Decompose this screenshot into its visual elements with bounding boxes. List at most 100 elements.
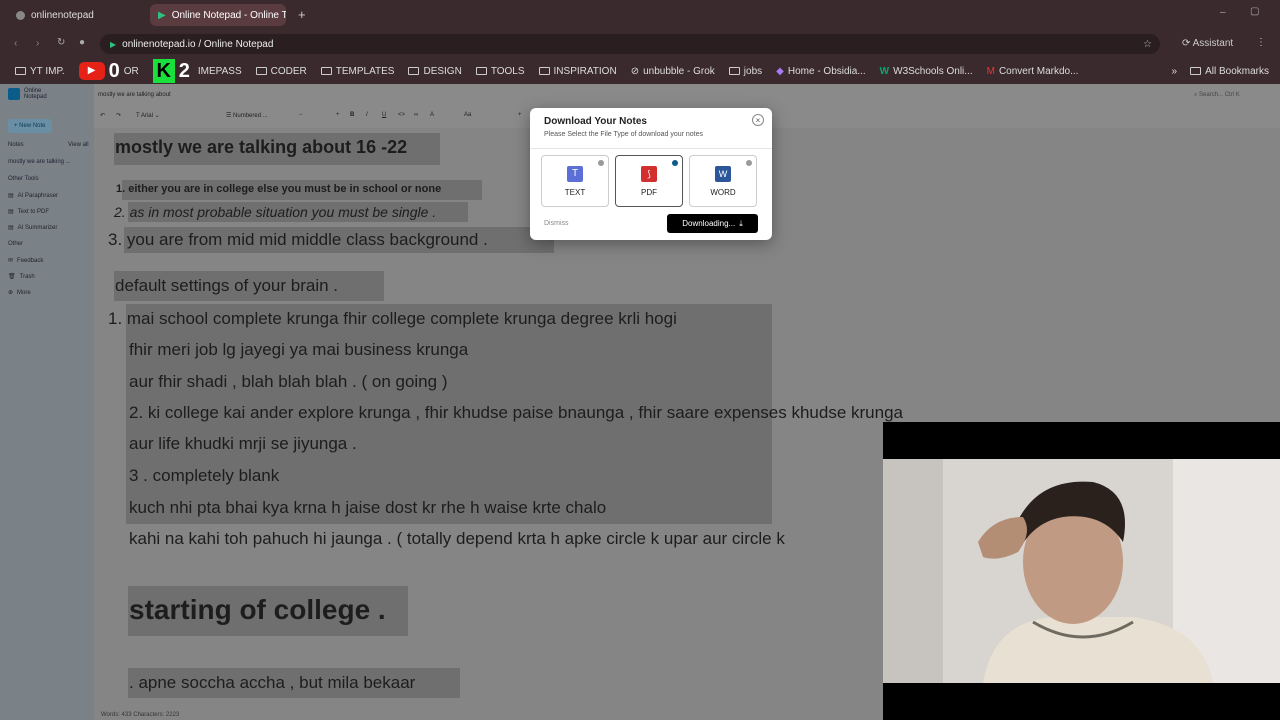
file-type-pdf[interactable]: ⟆ PDF	[615, 155, 683, 207]
pdf-file-icon: ⟆	[641, 165, 657, 182]
sidebar-item-trash[interactable]: 🗑 Trash	[8, 273, 35, 281]
bookmark-label: DESIGN	[423, 65, 462, 77]
feedback-icon: ✉	[8, 258, 14, 264]
new-note-button[interactable]: + New Note	[8, 119, 52, 133]
bookmark-templates[interactable]: TEMPLATES	[314, 66, 402, 77]
view-all-link[interactable]: View all	[68, 142, 89, 148]
sidebar-item-label: AI Paraphraser	[17, 192, 59, 199]
trash-icon: 🗑	[8, 274, 16, 280]
undo-icon[interactable]: ↶	[100, 112, 105, 119]
bookmark-convert-markdown[interactable]: M Convert Markdo...	[980, 66, 1086, 77]
list-style-select[interactable]: ☰ Numbered ...	[226, 112, 268, 119]
file-type-label: PDF	[641, 187, 657, 197]
body-line: 2. ki college kai ander explore krunga ,…	[129, 403, 903, 422]
webcam-image	[883, 459, 1280, 683]
sidebar-item-more[interactable]: ⊕ More	[8, 289, 31, 297]
insert-button[interactable]: +	[518, 112, 522, 118]
reload-icon[interactable]: ↻	[57, 37, 65, 48]
notes-header: Notes	[8, 142, 24, 148]
all-bookmarks[interactable]: All Bookmarks	[1183, 66, 1276, 77]
search-input[interactable]: ⌕ Search... Ctrl K	[1194, 92, 1240, 99]
case-button[interactable]: Aa	[464, 112, 471, 118]
doc-icon: ▤	[8, 193, 14, 199]
more-bookmarks-icon[interactable]: »	[1166, 66, 1184, 77]
notes-label: Notes	[8, 142, 24, 148]
bookmark-yt-imp[interactable]: YT IMP.	[8, 66, 72, 77]
file-type-word[interactable]: W WORD	[689, 155, 757, 207]
doc-title[interactable]: mostly we are talking about	[98, 92, 171, 98]
mic-icon[interactable]: ●	[79, 37, 85, 48]
sidebar-item-label: AI Summarizer	[17, 224, 58, 231]
bookmark-w3schools[interactable]: W W3Schools Onli...	[873, 66, 980, 77]
sidebar-item-ai-paraphraser[interactable]: ▤ AI Paraphraser	[8, 192, 59, 200]
maximize-button[interactable]: ▢	[1250, 6, 1259, 17]
bookmark-youtube[interactable]: ▶ 0 OR	[72, 60, 146, 83]
bookmark-inspiration[interactable]: INSPIRATION	[532, 66, 624, 77]
address-bar-row: ‹ › ↻ ● ▶ onlinenotepad.io / Online Note…	[0, 30, 1280, 58]
minimize-button[interactable]: –	[1220, 7, 1226, 18]
bookmark-jobs[interactable]: jobs	[722, 66, 769, 77]
markdown-icon: M	[986, 65, 995, 77]
menu-icon[interactable]: ⋮	[1256, 37, 1266, 48]
doc-icon: ▤	[8, 225, 14, 231]
star-icon[interactable]: ☆	[1143, 39, 1152, 50]
bookmark-grok[interactable]: ⊘ unbubble - Grok	[624, 66, 722, 77]
tab-online-notepad[interactable]: ▶ Online Notepad - Online T	[150, 4, 286, 26]
more-icon: ⊕	[8, 290, 14, 296]
tab-onlinenotepad[interactable]: onlinenotepad	[8, 4, 146, 26]
list-item: 2. as in most probable situation you mus…	[114, 204, 437, 220]
file-type-label: WORD	[710, 187, 736, 197]
sidebar-item-feedback[interactable]: ✉ Feedback	[8, 257, 43, 265]
underline-button[interactable]: U	[382, 112, 386, 118]
folder-icon	[475, 67, 487, 75]
assistant-button[interactable]: ⟳ Assistant	[1182, 38, 1233, 49]
sidebar-item-ai-summarizer[interactable]: ▤ AI Summarizer	[8, 224, 58, 232]
folder-icon	[408, 67, 420, 75]
bookmark-label: YT IMP.	[30, 65, 65, 77]
close-icon[interactable]: ×	[752, 114, 764, 126]
new-tab-button[interactable]: +	[298, 7, 306, 22]
bookmark-k[interactable]: K 2 IMEPASS	[146, 59, 249, 83]
bookmark-tools[interactable]: TOOLS	[469, 66, 532, 77]
list-item: 1. either you are in college else you mu…	[116, 183, 442, 195]
folder-icon	[538, 67, 550, 75]
plus-button[interactable]: +	[336, 112, 340, 118]
note-heading: mostly we are talking about 16 -22	[115, 137, 408, 157]
doc-icon: ▤	[8, 209, 14, 215]
obsidian-icon: ◆	[776, 65, 784, 77]
download-button[interactable]: Downloading... ⤓	[667, 214, 758, 233]
download-label: Downloading...	[682, 219, 736, 228]
minus-button[interactable]: −	[299, 112, 303, 118]
note-item[interactable]: mostly we are talking ...	[8, 159, 71, 165]
webcam-overlay	[883, 422, 1280, 720]
sidebar-item-text-to-pdf[interactable]: ▤ Text to PDF	[8, 208, 49, 216]
youtube-icon: ▶	[78, 62, 105, 80]
bookmark-label: CODER	[270, 65, 307, 77]
folder-icon	[255, 67, 267, 75]
logo-text: Online Notepad	[24, 88, 47, 100]
folder-icon	[1190, 67, 1202, 75]
code-button[interactable]: <>	[398, 112, 405, 118]
other-header: Other	[8, 241, 24, 247]
body-line: 3 . completely blank	[129, 466, 280, 485]
link-button[interactable]: ∞	[414, 112, 418, 118]
font-select[interactable]: T Arial ⌄	[136, 112, 160, 119]
divider	[530, 148, 772, 149]
bookmark-design[interactable]: DESIGN	[401, 66, 468, 77]
bookmark-coder[interactable]: CODER	[249, 66, 314, 77]
italic-button[interactable]: I	[366, 112, 368, 118]
bookmark-obsidian[interactable]: ◆ Home - Obsidia...	[769, 66, 873, 77]
url-field[interactable]: ▶ onlinenotepad.io / Online Notepad ☆	[100, 34, 1160, 54]
text-color-button[interactable]: A	[430, 112, 434, 118]
dismiss-button[interactable]: Dismiss	[544, 220, 569, 227]
bookmark-label: TOOLS	[490, 65, 525, 77]
bold-button[interactable]: B	[350, 112, 354, 118]
bookmark-label: TEMPLATES	[335, 65, 395, 77]
file-type-text[interactable]: T TEXT	[541, 155, 609, 207]
overlay-digit: 2	[178, 59, 190, 82]
download-modal: Download Your Notes Please Select the Fi…	[530, 108, 772, 240]
redo-icon[interactable]: ↷	[116, 112, 121, 119]
forward-icon[interactable]: ›	[36, 38, 39, 49]
download-icon: ⤓	[739, 218, 743, 228]
back-icon[interactable]: ‹	[14, 38, 17, 49]
